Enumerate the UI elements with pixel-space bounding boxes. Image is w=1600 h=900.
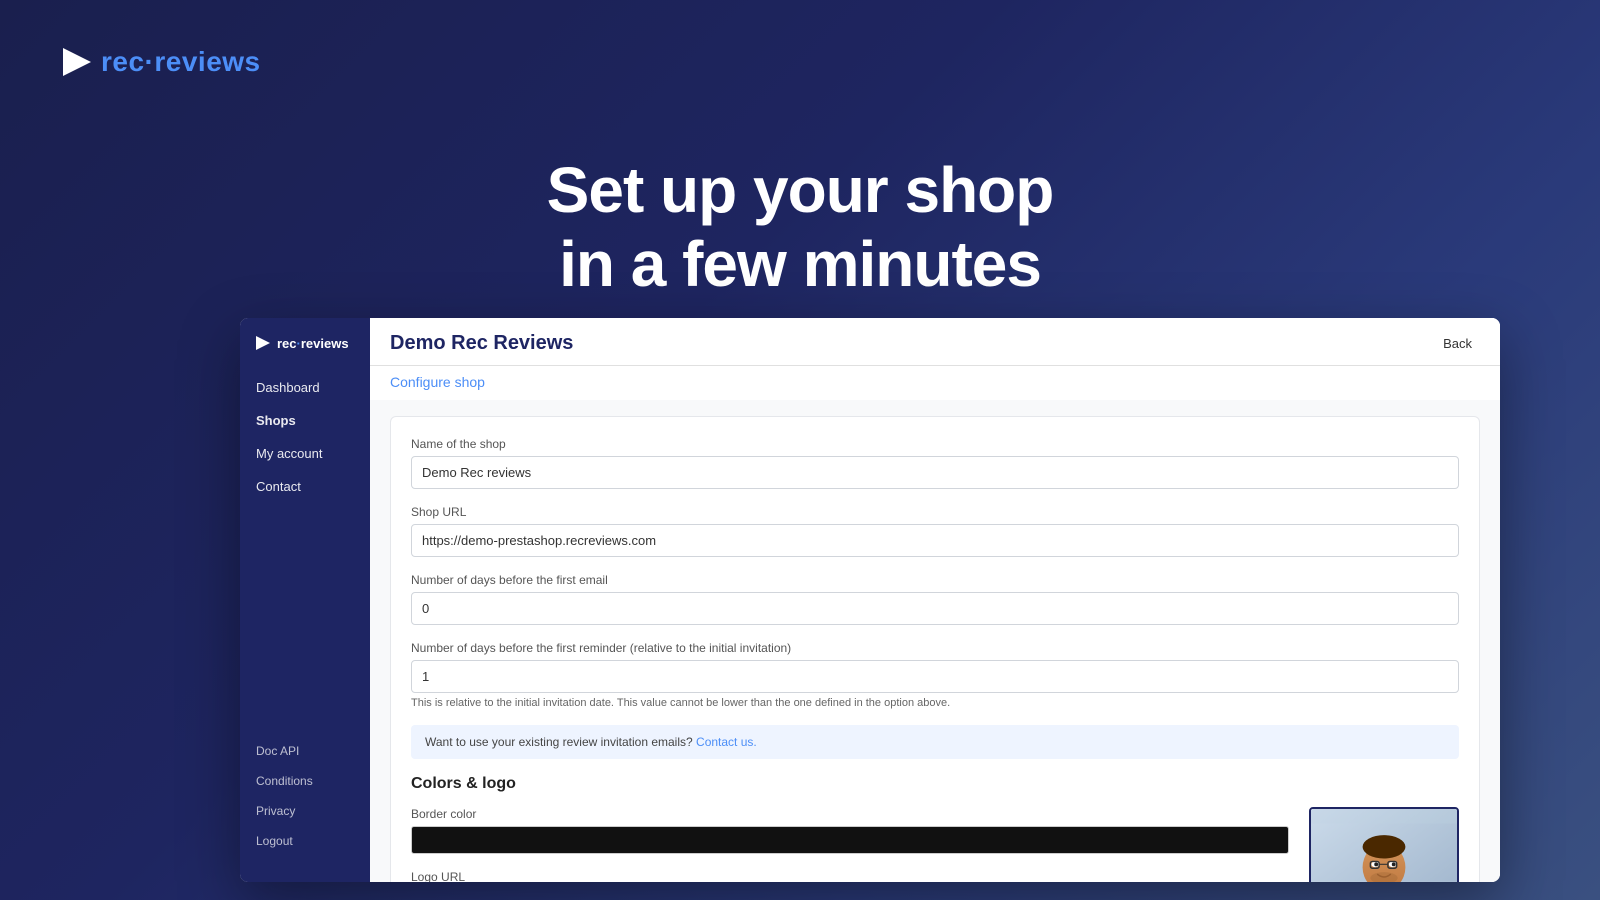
border-color-group: Border color: [411, 807, 1289, 854]
shop-name-group: Name of the shop: [411, 437, 1459, 489]
reminder-hint: This is relative to the initial invitati…: [411, 697, 1459, 709]
days-first-email-group: Number of days before the first email: [411, 573, 1459, 625]
sidebar-item-shops[interactable]: Shops: [240, 405, 370, 436]
sidebar-nav: Dashboard Shops My account Contact: [240, 372, 370, 736]
header-logo: rec·reviews: [59, 44, 261, 80]
sidebar-item-logout[interactable]: Logout: [240, 826, 370, 856]
days-reminder-input[interactable]: [411, 660, 1459, 693]
page-title: Demo Rec Reviews: [390, 332, 573, 355]
shop-name-input[interactable]: [411, 456, 1459, 489]
info-box-text: Want to use your existing review invitat…: [425, 735, 693, 749]
sidebar-logo: rec·reviews: [240, 334, 370, 372]
hero-section: Set up your shop in a few minutes: [0, 154, 1600, 301]
colors-logo-left: Border color Logo URL: [411, 807, 1289, 882]
back-button[interactable]: Back: [1435, 332, 1480, 355]
app-window: rec·reviews Dashboard Shops My account C…: [240, 318, 1500, 882]
logo-url-group: Logo URL: [411, 870, 1289, 882]
page-subtitle: Configure shop: [370, 366, 1500, 400]
colors-logo-section: Border color Logo URL: [411, 807, 1459, 882]
form-area: Name of the shop Shop URL Number of days…: [370, 400, 1500, 882]
form-panel: Name of the shop Shop URL Number of days…: [390, 416, 1480, 882]
border-color-label: Border color: [411, 807, 1289, 821]
shop-url-group: Shop URL: [411, 505, 1459, 557]
days-first-email-label: Number of days before the first email: [411, 573, 1459, 587]
main-header: Demo Rec Reviews Back: [370, 318, 1500, 366]
person-svg: [1311, 822, 1457, 882]
hero-heading: Set up your shop in a few minutes: [0, 154, 1600, 301]
logo-play-icon: [59, 44, 95, 80]
person-preview: 10.10.2023 - John D.: [1309, 807, 1459, 882]
sidebar-item-privacy[interactable]: Privacy: [240, 796, 370, 826]
sidebar-item-contact[interactable]: Contact: [240, 471, 370, 502]
border-color-swatch[interactable]: [411, 826, 1289, 854]
logo-url-label: Logo URL: [411, 870, 1289, 882]
sidebar-logo-icon: [254, 334, 272, 352]
sidebar-item-dashboard[interactable]: Dashboard: [240, 372, 370, 403]
sidebar-item-conditions[interactable]: Conditions: [240, 766, 370, 796]
sidebar-logo-text: rec·reviews: [277, 336, 349, 351]
info-box-link[interactable]: Contact us.: [696, 735, 757, 749]
sidebar-bottom: Doc API Conditions Privacy Logout: [240, 736, 370, 866]
days-reminder-group: Number of days before the first reminder…: [411, 641, 1459, 709]
person-image: [1311, 809, 1457, 882]
shop-name-label: Name of the shop: [411, 437, 1459, 451]
main-content: Demo Rec Reviews Back Configure shop Nam…: [370, 318, 1500, 882]
info-box: Want to use your existing review invitat…: [411, 725, 1459, 759]
shop-url-input[interactable]: [411, 524, 1459, 557]
days-first-email-input[interactable]: [411, 592, 1459, 625]
sidebar: rec·reviews Dashboard Shops My account C…: [240, 318, 370, 882]
colors-logo-heading: Colors & logo: [411, 775, 1459, 793]
days-reminder-label: Number of days before the first reminder…: [411, 641, 1459, 655]
sidebar-item-doc-api[interactable]: Doc API: [240, 736, 370, 766]
sidebar-item-my-account[interactable]: My account: [240, 438, 370, 469]
logo-text: rec·reviews: [101, 46, 261, 78]
shop-url-label: Shop URL: [411, 505, 1459, 519]
